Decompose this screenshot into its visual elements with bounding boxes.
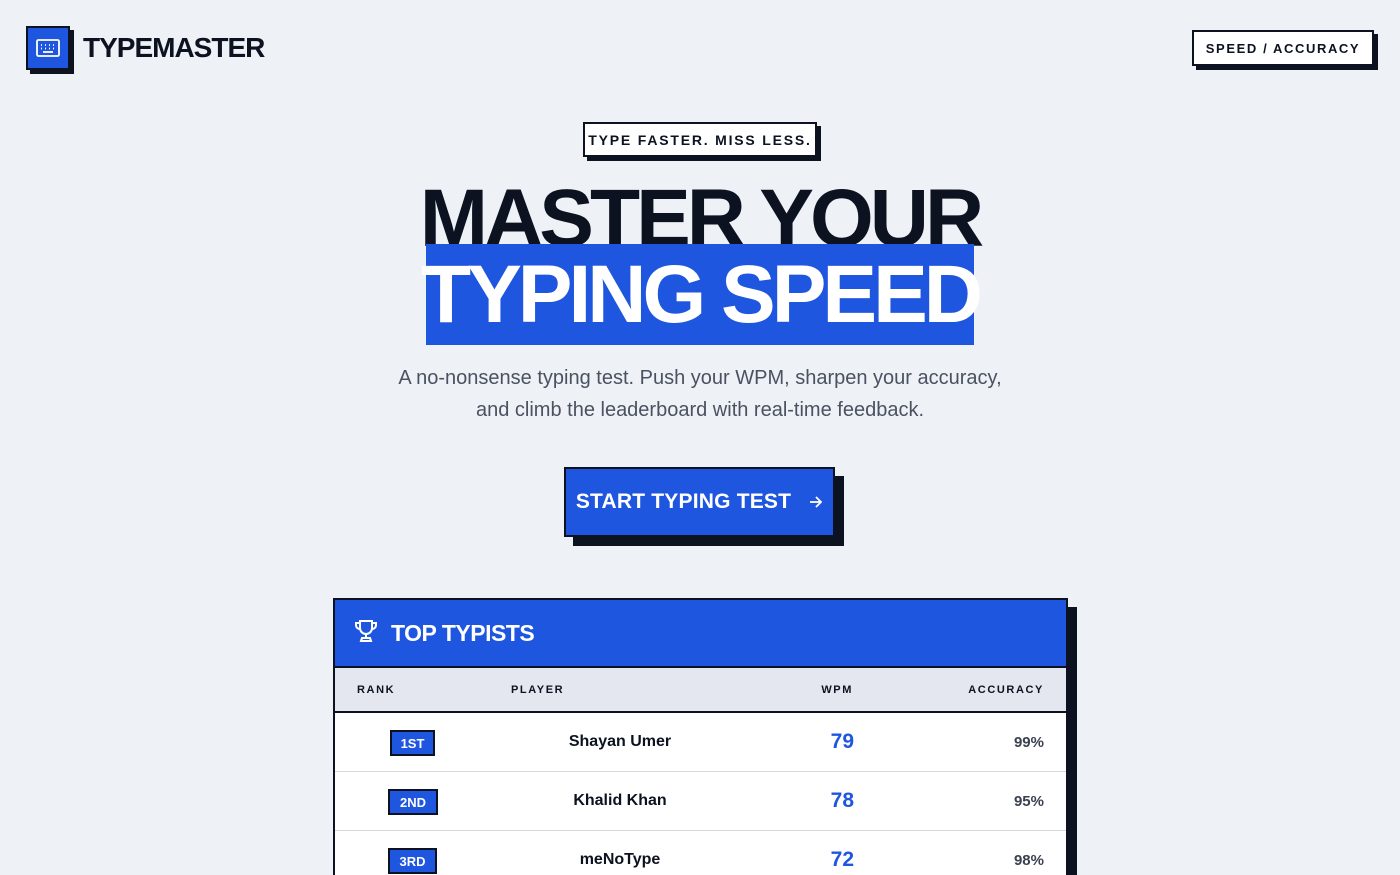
player-name: meNoType bbox=[579, 851, 661, 868]
hero-subtitle: A no-nonsense typing test. Push your WPM… bbox=[350, 362, 1050, 426]
subtitle-line-2: and climb the leaderboard with real-time… bbox=[475, 399, 925, 421]
column-rank: RANK bbox=[357, 684, 396, 696]
wpm-value: 78 bbox=[830, 789, 854, 812]
player-name: Shayan Umer bbox=[568, 733, 672, 750]
headline-line-2: TYPING SPEED bbox=[420, 248, 983, 340]
logo-link[interactable]: TYPEMASTER bbox=[26, 26, 265, 70]
table-row[interactable]: 1ST Shayan Umer 79 99% bbox=[335, 713, 1066, 772]
rank-badge: 1ST bbox=[390, 730, 435, 756]
leaderboard-card: TOP TYPISTS RANK PLAYER WPM ACCURACY 1ST… bbox=[333, 598, 1068, 875]
logo-text: TYPEMASTER bbox=[83, 32, 265, 63]
accuracy-value: 98% bbox=[1013, 852, 1044, 869]
accuracy-value: 99% bbox=[1013, 734, 1044, 751]
column-wpm: WPM bbox=[821, 684, 853, 696]
rank-badge: 3RD bbox=[388, 848, 437, 874]
leaderboard-columns: RANK PLAYER WPM ACCURACY bbox=[335, 668, 1066, 713]
headline-highlight: TYPING SPEED bbox=[421, 244, 983, 345]
player-name: Khalid Khan bbox=[573, 792, 667, 809]
tagline-badge: TYPE FASTER. MISS LESS. bbox=[583, 122, 817, 157]
page: TYPEMASTER SPEED / ACCURACY TYPE FASTER.… bbox=[0, 0, 1400, 875]
table-row[interactable]: 2ND Khalid Khan 78 95% bbox=[335, 772, 1066, 831]
accuracy-value: 95% bbox=[1013, 793, 1044, 810]
cta-label: START TYPING TEST bbox=[575, 490, 792, 513]
leaderboard-header: TOP TYPISTS bbox=[335, 600, 1066, 668]
table-row[interactable]: 3RD meNoType 72 98% bbox=[335, 831, 1066, 875]
wpm-value: 79 bbox=[830, 730, 854, 753]
trophy-icon bbox=[353, 618, 379, 649]
arrow-right-icon bbox=[809, 495, 823, 509]
wpm-value: 72 bbox=[830, 848, 854, 871]
leaderboard-title: TOP TYPISTS bbox=[391, 619, 535, 646]
subtitle-line-1: A no-nonsense typing test. Push your WPM… bbox=[398, 367, 1002, 389]
column-player: PLAYER bbox=[511, 684, 565, 696]
mode-badge: SPEED / ACCURACY bbox=[1192, 30, 1374, 66]
start-typing-test-button[interactable]: START TYPING TEST bbox=[564, 467, 835, 537]
column-accuracy: ACCURACY bbox=[968, 684, 1044, 696]
keyboard-icon bbox=[26, 26, 70, 70]
rank-badge: 2ND bbox=[388, 789, 438, 815]
